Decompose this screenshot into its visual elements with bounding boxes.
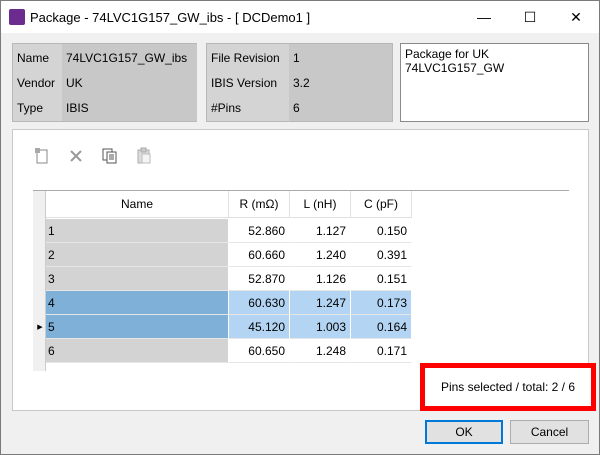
info-row-file-revision: File Revision 1 (207, 45, 392, 71)
cell-l[interactable]: 1.003 (290, 315, 351, 339)
pins-table: Name R (mΩ) L (nH) C (pF) 1 52.860 1.127… (33, 190, 569, 371)
cell-c[interactable]: 0.391 (351, 243, 412, 267)
info-row-type: Type IBIS (13, 95, 196, 121)
cell-name[interactable]: 5 (46, 315, 229, 339)
current-row-marker-icon: ▶ (37, 324, 43, 331)
package-info-box: Name 74LVC1G157_GW_ibs Vendor UK Type IB… (12, 43, 197, 122)
cell-r[interactable]: 45.120 (229, 315, 290, 339)
table-row[interactable]: 3 52.870 1.126 0.151 (46, 267, 412, 291)
column-header-c[interactable]: C (pF) (351, 191, 412, 218)
file-revision-label: File Revision (211, 51, 280, 65)
package-dialog: Package - 74LVC1G157_GW_ibs - [ DCDemo1 … (0, 0, 600, 455)
info-row-pins: #Pins 6 (207, 95, 392, 121)
cell-name[interactable]: 3 (46, 267, 229, 291)
cell-name[interactable]: 2 (46, 243, 229, 267)
cell-r[interactable]: 60.650 (229, 339, 290, 363)
window-title: Package - 74LVC1G157_GW_ibs - [ DCDemo1 … (30, 10, 311, 25)
cell-l[interactable]: 1.247 (290, 291, 351, 315)
app-icon (9, 9, 25, 25)
ibis-version-label: IBIS Version (211, 76, 278, 90)
delete-icon[interactable] (66, 146, 86, 166)
file-revision-value: 1 (293, 51, 300, 65)
cell-l[interactable]: 1.126 (290, 267, 351, 291)
ok-button[interactable]: OK (425, 420, 503, 444)
cell-l[interactable]: 1.127 (290, 219, 351, 243)
title-bar: Package - 74LVC1G157_GW_ibs - [ DCDemo1 … (1, 1, 599, 33)
new-doc-icon[interactable] (32, 146, 52, 166)
copy-icon[interactable] (100, 146, 120, 166)
pins-selected-status: Pins selected / total: 2 / 6 (420, 363, 596, 411)
cell-r[interactable]: 60.660 (229, 243, 290, 267)
close-button[interactable]: ✕ (553, 1, 599, 33)
table-row[interactable]: 1 52.860 1.127 0.150 (46, 219, 412, 243)
cell-l[interactable]: 1.240 (290, 243, 351, 267)
cell-name[interactable]: 1 (46, 219, 229, 243)
info-row-ibis-version: IBIS Version 3.2 (207, 70, 392, 96)
table-row[interactable]: 2 60.660 1.240 0.391 (46, 243, 412, 267)
table-header: Name R (mΩ) L (nH) C (pF) (46, 191, 412, 218)
description-field[interactable]: Package for UK 74LVC1G157_GW (400, 43, 589, 122)
file-info-box: File Revision 1 IBIS Version 3.2 #Pins 6 (206, 43, 393, 122)
cell-l[interactable]: 1.248 (290, 339, 351, 363)
type-value: IBIS (66, 101, 89, 115)
row-header-bar (33, 191, 46, 371)
column-header-r[interactable]: R (mΩ) (229, 191, 290, 218)
column-header-name[interactable]: Name (46, 191, 229, 218)
pins-label: #Pins (211, 101, 242, 115)
cell-r[interactable]: 52.870 (229, 267, 290, 291)
cell-c[interactable]: 0.150 (351, 219, 412, 243)
table-row-selected[interactable]: 5 45.120 1.003 0.164 (46, 315, 412, 339)
cell-c[interactable]: 0.173 (351, 291, 412, 315)
table-row[interactable]: 6 60.650 1.248 0.171 (46, 339, 412, 363)
cell-c[interactable]: 0.151 (351, 267, 412, 291)
pins-value: 6 (293, 101, 300, 115)
paste-icon[interactable] (134, 146, 154, 166)
name-label: Name (17, 51, 50, 65)
info-row-name: Name 74LVC1G157_GW_ibs (13, 45, 196, 71)
cancel-button[interactable]: Cancel (510, 420, 589, 444)
name-value: 74LVC1G157_GW_ibs (66, 51, 188, 65)
vendor-label: Vendor (17, 76, 56, 90)
type-label: Type (17, 101, 44, 115)
maximize-button[interactable]: ☐ (507, 1, 553, 33)
ibis-version-value: 3.2 (293, 76, 310, 90)
column-header-l[interactable]: L (nH) (290, 191, 351, 218)
cell-r[interactable]: 60.630 (229, 291, 290, 315)
cell-name[interactable]: 6 (46, 339, 229, 363)
table-row-selected[interactable]: 4 60.630 1.247 0.173 (46, 291, 412, 315)
cell-c[interactable]: 0.171 (351, 339, 412, 363)
cell-r[interactable]: 52.860 (229, 219, 290, 243)
status-text: Pins selected / total: 2 / 6 (440, 380, 576, 394)
cell-name[interactable]: 4 (46, 291, 229, 315)
info-row-vendor: Vendor UK (13, 70, 196, 96)
minimize-button[interactable]: — (461, 1, 507, 33)
vendor-value: UK (66, 76, 83, 90)
cell-c[interactable]: 0.164 (351, 315, 412, 339)
